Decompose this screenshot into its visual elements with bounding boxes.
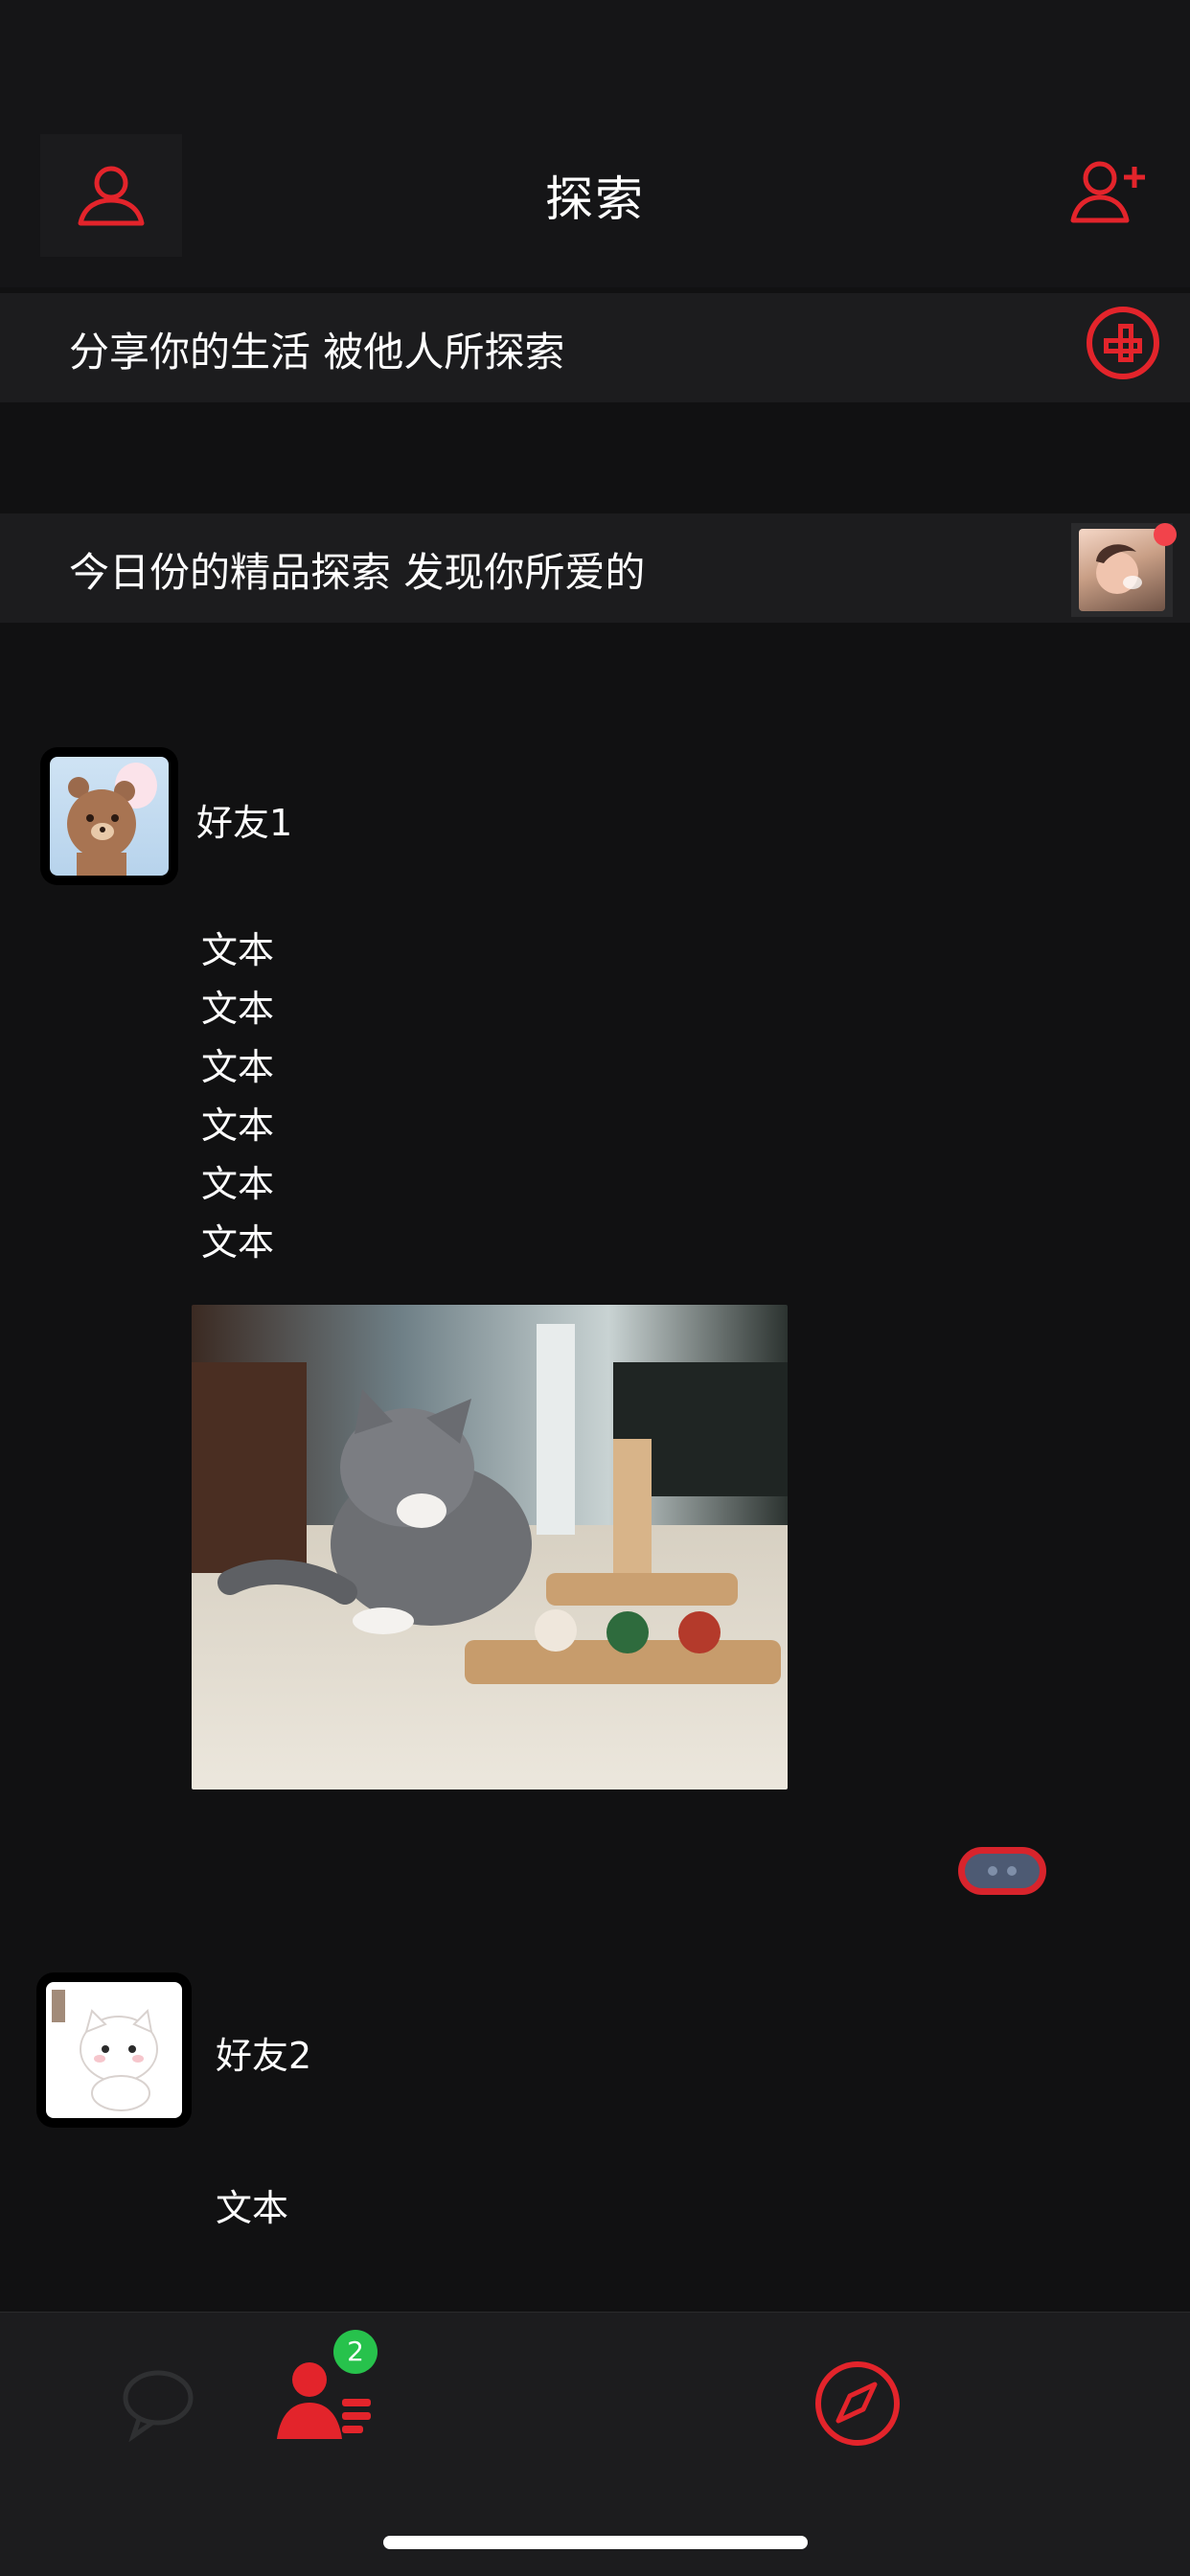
post-line: 文本: [201, 1163, 275, 1205]
cat-avatar-icon: [52, 1990, 158, 2111]
post-text: 文本 文本 文本 文本 文本 文本: [201, 922, 274, 1272]
feed-post: 好友2 文本: [0, 1969, 1083, 2285]
thumbnail-image: [1079, 529, 1165, 611]
dot: [988, 1866, 997, 1876]
dot: [1007, 1866, 1017, 1876]
post-line: 文本: [201, 1221, 275, 1264]
post-line: 文本: [216, 2187, 289, 2229]
add-friend-button[interactable]: [1056, 153, 1161, 230]
add-user-icon: [1070, 161, 1145, 223]
kitten-photo: [192, 1305, 788, 1790]
tab-bar: 2: [0, 2312, 1190, 2576]
tab-discover[interactable]: [805, 2351, 910, 2456]
avatar[interactable]: [40, 747, 178, 885]
daily-picks-thumbnail[interactable]: [1071, 523, 1177, 617]
friend-name[interactable]: 好友2: [216, 2026, 311, 2079]
daily-picks-banner[interactable]: 今日份的精品探索 发现你所爱的: [0, 513, 1190, 623]
more-options-button[interactable]: [958, 1847, 1046, 1895]
home-indicator: [383, 2536, 808, 2549]
share-life-banner[interactable]: 分享你的生活 被他人所探索: [0, 293, 1190, 402]
daily-picks-text: 今日份的精品探索 发现你所爱的: [69, 549, 646, 596]
post-line: 文本: [201, 988, 275, 1030]
post-line: 文本: [201, 1046, 275, 1088]
tab-chat[interactable]: [105, 2351, 220, 2456]
post-photo[interactable]: [192, 1305, 788, 1790]
baby-photo-icon: [1096, 544, 1142, 594]
unread-dot: [1154, 523, 1177, 546]
post-line: 文本: [201, 929, 275, 971]
post-text: 文本: [216, 2179, 288, 2238]
bear-avatar-icon: [67, 763, 157, 876]
feed-post: 好友1 文本 文本 文本 文本 文本 文本: [0, 747, 1083, 1916]
chat-icon: [123, 2370, 194, 2442]
plus-circle-icon[interactable]: [1087, 307, 1159, 379]
header: 探索: [0, 0, 1190, 287]
avatar[interactable]: [36, 1972, 192, 2128]
post-line: 文本: [201, 1105, 275, 1147]
friend-name[interactable]: 好友1: [196, 793, 292, 846]
compass-icon: [815, 2361, 900, 2446]
share-life-text: 分享你的生活 被他人所探索: [69, 329, 565, 376]
contacts-badge: 2: [333, 2330, 378, 2374]
page-title: 探索: [545, 171, 645, 227]
